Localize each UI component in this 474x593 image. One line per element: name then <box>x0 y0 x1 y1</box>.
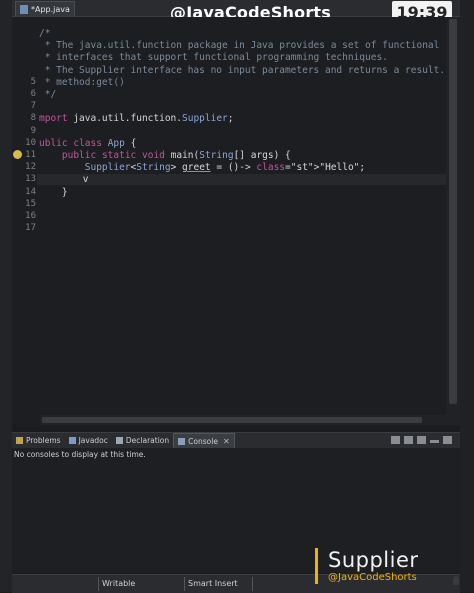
editor-vertical-scroll-thumb[interactable] <box>449 19 457 404</box>
tab-console-label: Console <box>188 436 218 446</box>
line-number: 5 <box>30 76 36 87</box>
code-line[interactable]: * method:get() <box>39 77 125 88</box>
code-editor[interactable]: 5 6 7 8 9 10 11 12 13 14 15 16 17 /* * The java.util… <box>12 17 460 425</box>
code-line[interactable]: Supplier<String> greet = ()-> class="st"… <box>39 162 365 173</box>
status-separator <box>184 577 185 591</box>
minimize-icon[interactable] <box>430 440 439 443</box>
java-file-icon <box>20 4 28 14</box>
code-area[interactable]: /* * The java.util.function package in J… <box>37 17 446 425</box>
line-number: 17 <box>25 223 36 234</box>
display-console-icon[interactable] <box>404 436 413 444</box>
javadoc-icon <box>68 437 76 444</box>
editor-tab-app-java[interactable]: *App.java <box>15 1 75 16</box>
tab-console[interactable]: Console ✕ <box>173 433 235 448</box>
view-menu-icon[interactable] <box>417 436 426 444</box>
tab-declaration[interactable]: Declaration <box>112 434 173 448</box>
lightbulb-warning-icon[interactable] <box>13 150 22 159</box>
editor-horizontal-scroll-thumb[interactable] <box>42 417 422 423</box>
caption-handle: @JavaCodeShorts <box>328 572 417 583</box>
left-frame <box>0 0 12 592</box>
panel-toolbar <box>391 436 452 444</box>
code-line[interactable]: public static void main(String[] args) { <box>39 150 291 161</box>
console-message: No consoles to display at this time. <box>14 450 146 459</box>
problems-icon <box>16 437 23 444</box>
caption-title: Supplier <box>328 548 419 572</box>
line-number: 16 <box>25 211 36 221</box>
lightbulb-icon <box>453 576 459 585</box>
status-insert-mode: Smart Insert <box>188 579 238 588</box>
code-line[interactable]: /* <box>39 28 50 39</box>
line-number: 15 <box>25 198 36 209</box>
tab-javadoc[interactable]: Javadoc <box>65 434 112 448</box>
line-number: 12 <box>25 162 36 173</box>
code-line[interactable]: * The java.util.function package in Java… <box>39 40 440 51</box>
line-number: 14 <box>25 186 36 197</box>
line-number: 7 <box>30 101 36 112</box>
caption-accent-bar <box>315 548 318 584</box>
tab-problems-label: Problems <box>26 436 61 445</box>
tab-javadoc-label: Javadoc <box>78 436 108 445</box>
status-separator <box>252 577 253 591</box>
code-line[interactable]: v <box>37 174 446 186</box>
open-console-icon[interactable] <box>391 436 400 444</box>
code-line[interactable]: * interfaces that support functional pro… <box>39 52 388 63</box>
code-line[interactable]: } <box>39 187 68 198</box>
editor-vertical-scrollbar[interactable] <box>446 17 460 425</box>
tab-declaration-label: Declaration <box>125 436 170 445</box>
views-tab-bar: Problems Javadoc Declaration Console ✕ <box>12 432 460 448</box>
line-number: 9 <box>30 125 36 136</box>
editor-horizontal-scrollbar[interactable] <box>40 415 446 425</box>
status-writable: Writable <box>102 579 136 588</box>
line-number: 8 <box>30 113 36 124</box>
code-line[interactable]: * The Supplier interface has no input pa… <box>39 65 445 76</box>
editor-tab-label: *App.java <box>31 4 70 14</box>
line-number: 13 <box>25 174 36 185</box>
status-separator <box>98 577 99 591</box>
code-line[interactable]: ublic class App { <box>39 138 136 149</box>
line-number-gutter: 5 6 7 8 9 10 11 12 13 14 15 16 17 <box>12 17 38 425</box>
line-number: 10 <box>25 137 36 148</box>
console-icon <box>178 437 186 445</box>
line-number: 6 <box>30 89 36 99</box>
maximize-icon[interactable] <box>443 436 452 444</box>
close-icon[interactable]: ✕ <box>223 437 230 446</box>
tab-problems[interactable]: Problems <box>12 434 65 448</box>
code-line[interactable]: */ <box>39 89 56 100</box>
right-frame <box>460 0 474 592</box>
declaration-icon <box>115 437 123 444</box>
code-line[interactable]: mport java.util.function.Supplier; <box>39 113 234 124</box>
